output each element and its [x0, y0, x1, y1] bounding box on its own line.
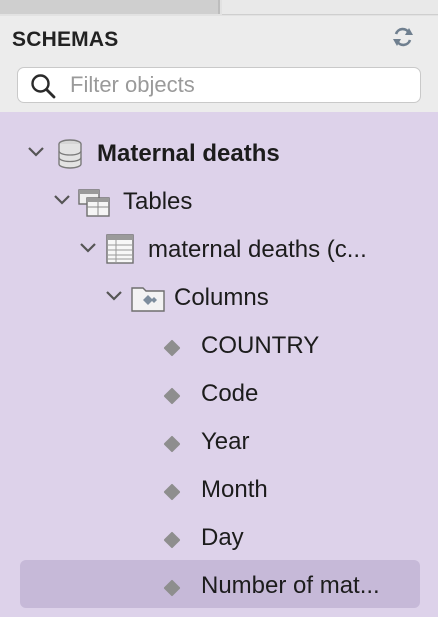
column-item[interactable]: Month [0, 468, 438, 512]
tree-row-columns[interactable]: Columns [0, 276, 438, 320]
column-label: Month [201, 476, 268, 503]
column-diamond-icon [163, 339, 181, 357]
column-label: COUNTRY [201, 332, 320, 359]
chevron-down-icon[interactable] [26, 142, 46, 162]
filter-search-box[interactable] [17, 67, 421, 103]
column-label: Code [201, 380, 259, 407]
refresh-icon[interactable] [390, 24, 416, 50]
chevron-down-icon[interactable] [52, 190, 72, 210]
chevron-down-icon[interactable] [78, 238, 98, 258]
top-tab-strip [0, 0, 438, 16]
column-diamond-icon [163, 531, 181, 549]
database-icon [58, 139, 82, 169]
schema-tree: Maternal deaths Tables maternal deaths (… [0, 112, 438, 617]
schemas-header: SCHEMAS [0, 16, 438, 64]
tables-folder-label: Tables [123, 188, 193, 215]
column-item[interactable]: Year [0, 420, 438, 464]
column-label: Number of mat... [201, 572, 380, 599]
tables-folder-icon [78, 189, 110, 217]
tab-left[interactable] [0, 0, 220, 14]
chevron-down-icon[interactable] [104, 286, 124, 306]
column-diamond-icon [163, 483, 181, 501]
column-label: Day [201, 524, 244, 551]
columns-folder-label: Columns [174, 284, 269, 311]
column-diamond-icon [163, 387, 181, 405]
column-diamond-icon [163, 435, 181, 453]
column-item[interactable]: COUNTRY [0, 324, 438, 368]
schemas-title: SCHEMAS [12, 28, 119, 51]
schema-label: Maternal deaths [97, 140, 280, 167]
column-label: Year [201, 428, 250, 455]
tree-row-tables[interactable]: Tables [0, 180, 438, 224]
tree-row-schema[interactable]: Maternal deaths [0, 132, 438, 176]
search-icon [31, 74, 56, 99]
tree-row-table[interactable]: maternal deaths (c... [0, 228, 438, 272]
column-item-selected[interactable]: Number of mat... [0, 560, 438, 608]
filter-objects-input[interactable] [70, 72, 410, 98]
table-icon [106, 234, 134, 264]
columns-folder-icon [131, 287, 165, 312]
column-item[interactable]: Day [0, 516, 438, 560]
tab-right[interactable] [222, 0, 438, 15]
column-item[interactable]: Code [0, 372, 438, 416]
table-label: maternal deaths (c... [148, 236, 367, 263]
